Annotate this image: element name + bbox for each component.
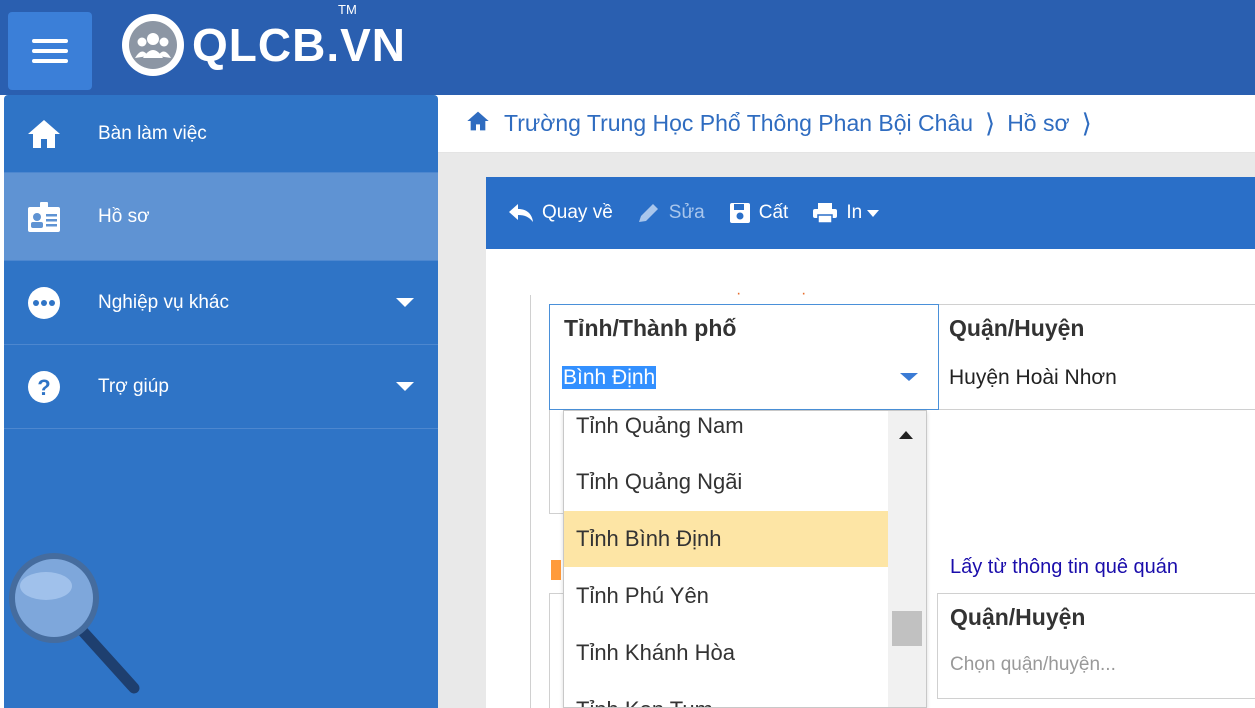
district-field-2[interactable]: Quận/Huyện Chọn quận/huyện...	[937, 593, 1255, 699]
sidebar-item-help[interactable]: ? Trợ giúp	[4, 345, 438, 429]
home-icon[interactable]	[466, 110, 490, 138]
help-icon: ?	[24, 367, 64, 407]
required-marker: ·	[736, 285, 742, 302]
sidebar-item-label: Bàn làm việc	[98, 122, 207, 144]
district2-placeholder: Chọn quận/huyện...	[950, 654, 1116, 675]
scrollbar-thumb[interactable]	[892, 611, 922, 646]
svg-text:?: ?	[37, 375, 50, 400]
province-dropdown-arrow-icon[interactable]	[900, 373, 918, 381]
more-icon	[24, 283, 64, 323]
sidebar-item-label: Trợ giúp	[98, 375, 169, 397]
hamburger-line	[32, 49, 68, 53]
district-label: Quận/Huyện	[949, 315, 1085, 341]
top-bar: QLCB.VN TM	[0, 0, 1255, 95]
breadcrumb-separator: ⟩	[985, 108, 996, 138]
print-button-label: In	[846, 202, 863, 223]
field-border	[549, 410, 563, 514]
magnifier-icon	[6, 548, 156, 698]
pencil-icon	[638, 204, 658, 222]
province-select[interactable]: Tỉnh/Thành phố Bình Định	[549, 304, 939, 410]
dropdown-option[interactable]: Tỉnh Quảng Ngãi	[564, 454, 888, 510]
district2-label: Quận/Huyện	[950, 604, 1086, 630]
panel-divider	[530, 295, 531, 708]
hamburger-line	[32, 59, 68, 63]
dropdown-option[interactable]: Tỉnh Khánh Hòa	[564, 625, 888, 681]
reply-icon	[509, 204, 533, 222]
copy-from-hometown-link[interactable]: Lấy từ thông tin quê quán	[950, 556, 1178, 579]
province-value[interactable]: Bình Định	[562, 366, 657, 390]
app-logo[interactable]: QLCB.VN	[122, 10, 406, 80]
breadcrumb: Trường Trung Học Phổ Thông Phan Bội Châu…	[438, 95, 1255, 153]
province-label: Tỉnh/Thành phố	[564, 315, 737, 341]
save-button-label: Cất	[758, 202, 789, 223]
floppy-disk-icon	[729, 203, 750, 223]
sidebar-item-profile[interactable]: Hồ sơ	[4, 173, 438, 261]
breadcrumb-separator: ⟩	[1081, 108, 1092, 138]
dropdown-scrollbar[interactable]	[888, 411, 926, 707]
printer-icon	[813, 203, 838, 224]
logo-people-icon	[122, 14, 184, 76]
section-title-marker	[551, 560, 561, 580]
print-button[interactable]: In	[812, 202, 880, 224]
dropdown-option[interactable]: Tỉnh Phú Yên	[564, 568, 888, 624]
hamburger-line	[32, 39, 68, 43]
dropdown-option-highlighted[interactable]: Tỉnh Bình Định	[564, 511, 888, 567]
sidebar-item-desk[interactable]: Bàn làm việc	[4, 95, 438, 173]
dropdown-option[interactable]: Tỉnh Kon Tum	[564, 682, 888, 707]
save-button[interactable]: Cất	[729, 202, 789, 224]
sidebar-item-label: Hồ sơ	[98, 205, 150, 227]
field-border	[549, 593, 563, 708]
chevron-down-icon	[396, 298, 414, 307]
home-icon	[24, 114, 64, 154]
district-value: Huyện Hoài Nhơn	[949, 366, 1117, 389]
logo-text: QLCB.VN	[192, 19, 406, 71]
trademark-mark: TM	[338, 2, 357, 17]
toolbar: Quay về Sửa Cất In	[486, 177, 1255, 249]
breadcrumb-school-link[interactable]: Trường Trung Học Phổ Thông Phan Bội Châu	[504, 110, 973, 137]
province-dropdown-list[interactable]: Tỉnh Quảng Nam Tỉnh Quảng Ngãi Tỉnh Bình…	[563, 410, 927, 708]
menu-toggle-button[interactable]	[8, 12, 92, 90]
breadcrumb-section-link[interactable]: Hồ sơ	[1007, 110, 1069, 137]
edit-button[interactable]: Sửa	[637, 202, 705, 224]
chevron-down-icon	[396, 382, 414, 391]
sidebar-item-label: Nghiệp vụ khác	[98, 291, 229, 313]
back-button[interactable]: Quay về	[508, 202, 613, 224]
id-card-icon	[24, 197, 64, 237]
back-button-label: Quay về	[542, 202, 613, 223]
scroll-up-arrow-icon[interactable]	[899, 431, 913, 439]
caret-down-icon	[867, 209, 880, 217]
district-field[interactable]: Quận/Huyện Huyện Hoài Nhơn	[939, 304, 1255, 410]
dropdown-option[interactable]: Tỉnh Quảng Nam	[564, 411, 888, 454]
required-marker: ·	[801, 285, 807, 302]
edit-button-label: Sửa	[668, 202, 705, 223]
sidebar-item-other-tasks[interactable]: Nghiệp vụ khác	[4, 261, 438, 345]
